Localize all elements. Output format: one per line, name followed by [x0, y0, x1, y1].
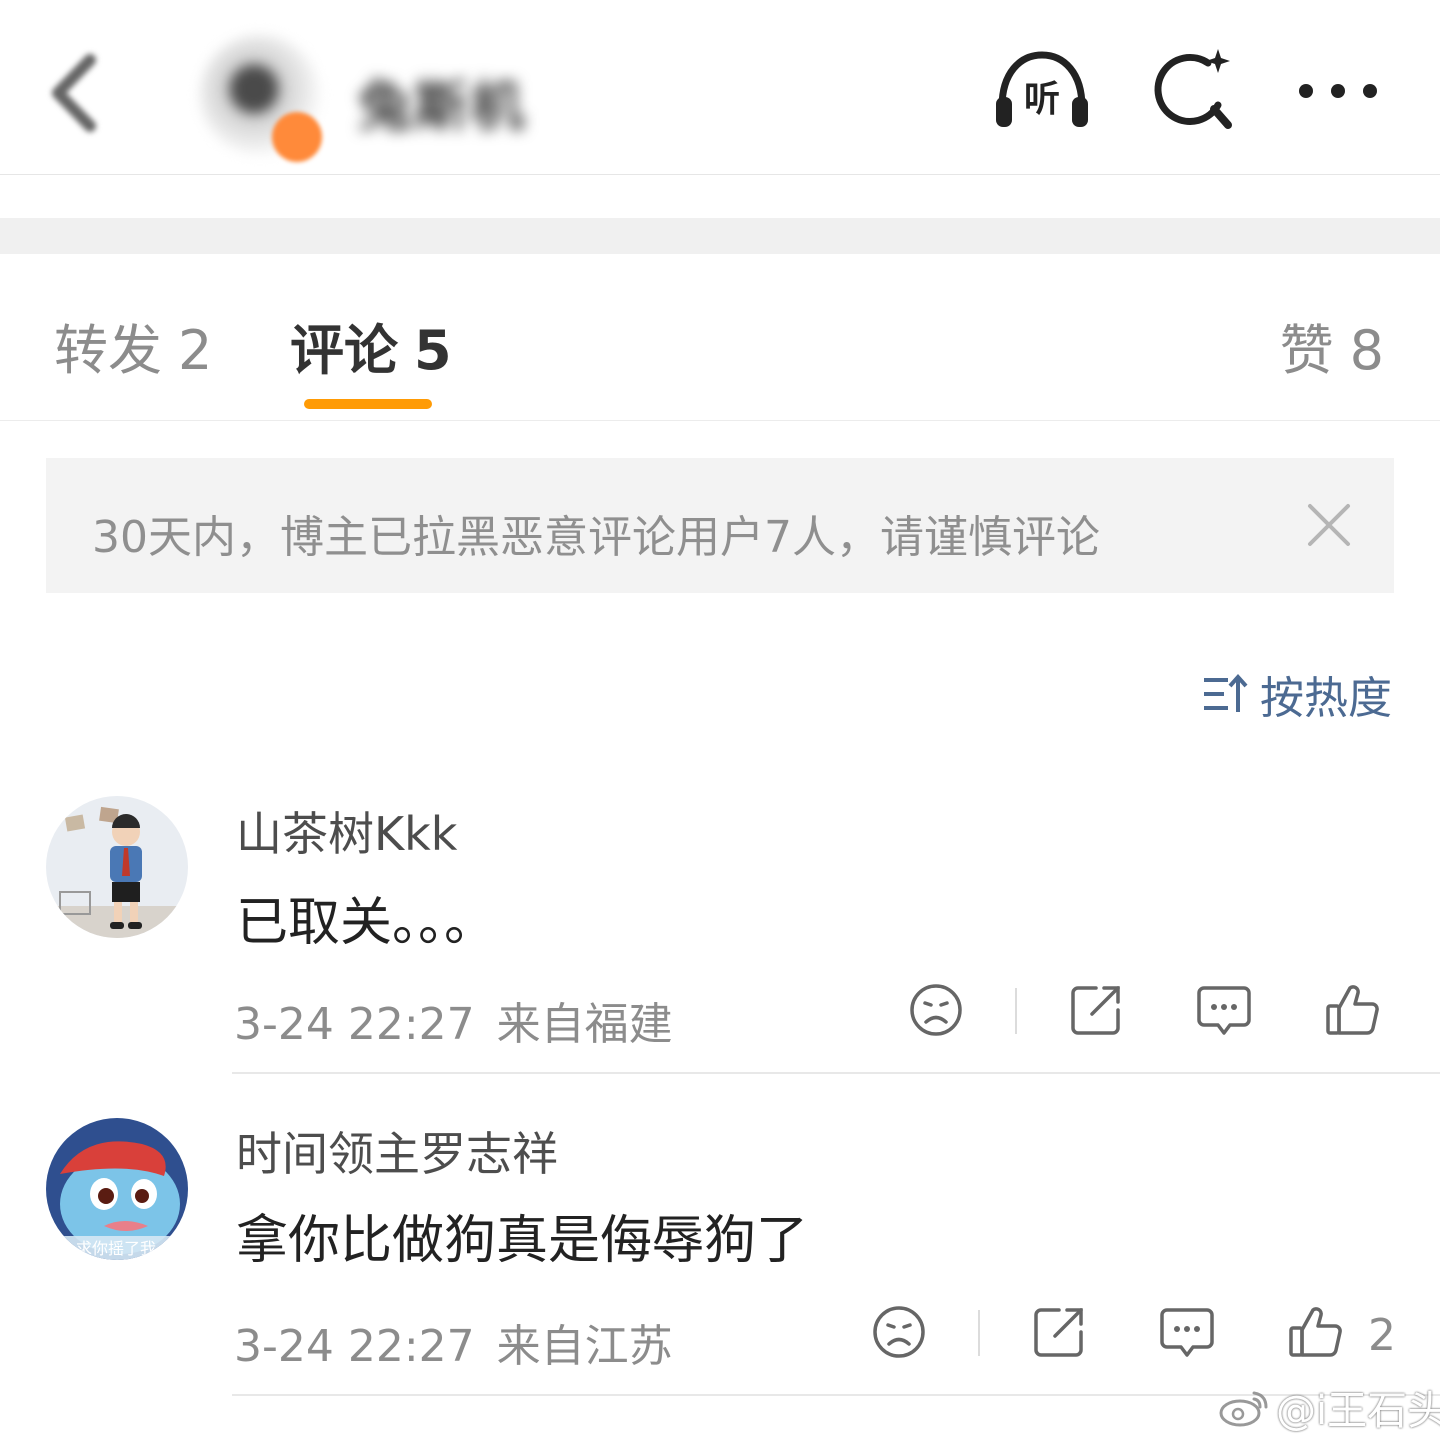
sort-button[interactable]: 按热度 [1202, 666, 1392, 724]
like-button[interactable] [1322, 980, 1382, 1040]
sort-icon [1204, 673, 1248, 712]
tab-comment-label: 评论 [290, 319, 398, 382]
verified-badge-icon [272, 112, 322, 162]
tab-like-count: 8 [1349, 319, 1384, 382]
more-icon [1299, 84, 1377, 98]
comment-location: 来自福建 [496, 999, 673, 1050]
ai-search-button[interactable] [1148, 45, 1248, 135]
comment-text: 已取关。。。 [236, 893, 497, 953]
section-divider [0, 218, 1440, 254]
comment-item: 山茶树Kkk 已取关。。。 3-24 22:27 来自福建 [0, 780, 1440, 1074]
share-button[interactable] [1066, 980, 1126, 1040]
avatar-photo-icon [46, 796, 188, 938]
back-icon [52, 54, 96, 132]
tab-repost-label: 转发 [54, 319, 162, 382]
comment-meta: 3-24 22:27 来自江苏 [234, 1310, 673, 1374]
tab-comment[interactable]: 评论 5 [290, 306, 452, 385]
comment-divider [232, 1072, 1440, 1074]
notice-text: 30天内，博主已拉黑恶意评论用户7人，请谨慎评论 [92, 512, 1100, 563]
listen-icon: 听 [996, 51, 1088, 127]
more-button[interactable] [1290, 45, 1390, 135]
watermark: @i王石头 [1218, 1378, 1440, 1436]
svg-text:听: 听 [1024, 79, 1060, 120]
commenter-name[interactable]: 山茶树Kkk [236, 798, 457, 864]
close-icon [1308, 504, 1350, 546]
share-button[interactable] [1029, 1302, 1089, 1362]
avatar-cartoon-icon: 求你摇了我 [46, 1118, 188, 1260]
comment-bubble-icon [1197, 986, 1251, 1035]
like-count: 2 [1368, 1310, 1396, 1361]
tab-bar: 转发 2 评论 5 赞8 [0, 254, 1440, 421]
commenter-avatar[interactable] [46, 796, 188, 938]
tab-repost[interactable]: 转发 2 [54, 306, 212, 385]
sort-label: 按热度 [1260, 673, 1392, 724]
dislike-button[interactable] [869, 1302, 929, 1362]
tab-repost-count: 2 [178, 319, 213, 382]
commenter-name[interactable]: 时间领主罗志祥 [236, 1118, 558, 1184]
svg-text:求你摇了我: 求你摇了我 [76, 1239, 156, 1258]
thumbs-up-icon [1289, 1307, 1342, 1357]
comment-time: 3-24 22:27 [234, 1321, 475, 1372]
commenter-avatar[interactable]: 求你摇了我 [46, 1118, 188, 1260]
moderation-notice: 30天内，博主已拉黑恶意评论用户7人，请谨慎评论 [46, 458, 1394, 593]
ai-search-icon [1154, 49, 1232, 129]
watermark-text: @i王石头 [1276, 1388, 1440, 1434]
listen-button[interactable]: 听 [992, 45, 1092, 135]
tab-like[interactable]: 赞8 [1280, 306, 1384, 385]
reply-button[interactable] [1157, 1302, 1217, 1362]
author-name[interactable]: 兔斯机 [358, 62, 526, 141]
comment-bubble-icon [1160, 1308, 1214, 1357]
comment-text: 拿你比做狗真是侮辱狗了 [236, 1211, 809, 1271]
share-icon [1071, 986, 1120, 1035]
weibo-logo-icon [1219, 1391, 1268, 1427]
notice-close-button[interactable] [1302, 498, 1356, 552]
back-button[interactable] [40, 48, 110, 138]
top-bar: 兔斯机 听 [0, 0, 1440, 175]
sad-face-icon [910, 984, 962, 1036]
action-separator [1015, 988, 1017, 1034]
action-separator [978, 1310, 980, 1356]
comment-location: 来自江苏 [496, 1321, 673, 1372]
comment-time: 3-24 22:27 [234, 999, 475, 1050]
comment-meta: 3-24 22:27 来自福建 [234, 988, 673, 1052]
share-icon [1034, 1308, 1083, 1357]
tab-comment-count: 5 [414, 319, 452, 382]
comment-item: 求你摇了我 时间领主罗志祥 拿你比做狗真是侮辱狗了 3-24 22:27 来自江苏 [0, 1100, 1440, 1396]
tab-like-label: 赞 [1279, 319, 1334, 382]
active-tab-indicator [304, 399, 432, 409]
dislike-button[interactable] [906, 980, 966, 1040]
thumbs-up-icon [1326, 985, 1379, 1035]
like-button[interactable] [1285, 1302, 1345, 1362]
sad-face-icon [873, 1306, 925, 1358]
reply-button[interactable] [1194, 980, 1254, 1040]
